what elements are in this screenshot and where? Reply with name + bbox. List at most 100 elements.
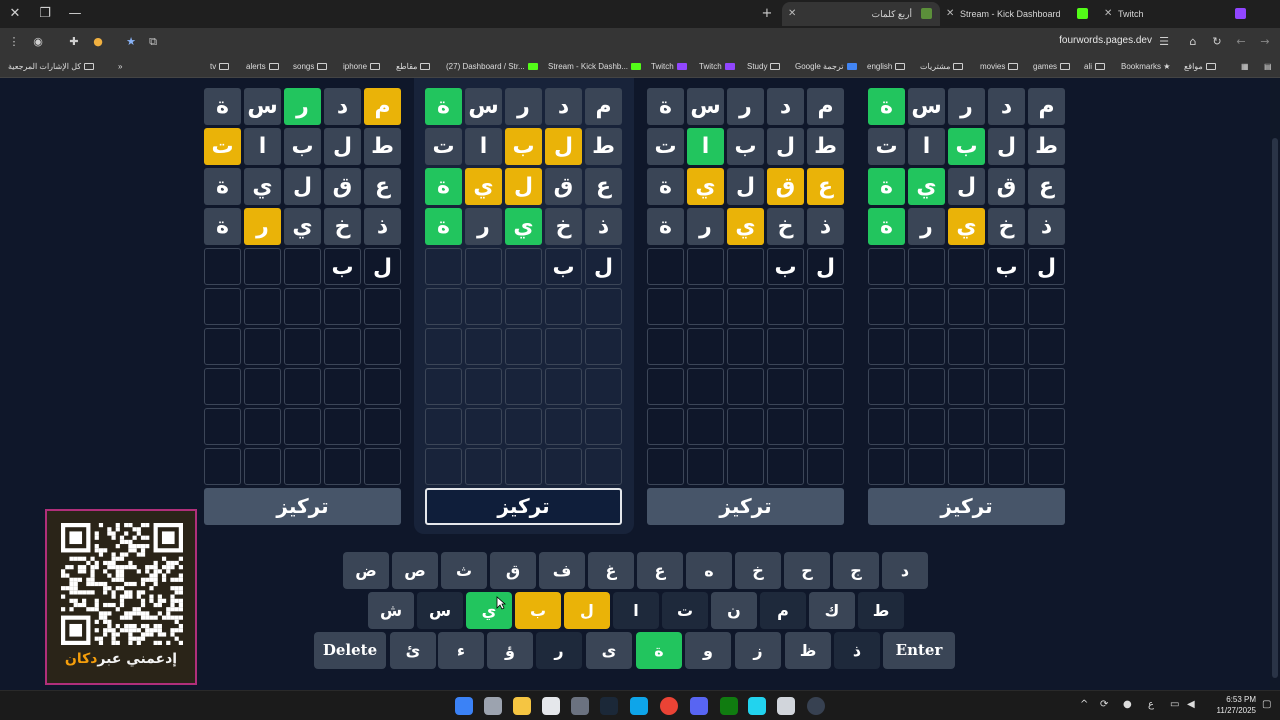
bookmark-overflow-icon[interactable]: » <box>118 60 122 74</box>
letter-key[interactable]: د <box>882 552 928 589</box>
scrollbar-thumb[interactable] <box>1272 138 1278 678</box>
bookmark-bookmarks[interactable]: Bookmarks ★ <box>1121 60 1170 74</box>
sync-icon[interactable]: ⟳ <box>1100 699 1108 710</box>
letter-key[interactable]: ن <box>711 592 757 629</box>
letter-key[interactable]: ر <box>536 632 582 669</box>
extension-badge-icon[interactable]: ● <box>90 34 106 50</box>
bookmark-study[interactable]: Study <box>747 60 781 74</box>
bookmark-purchases[interactable]: مشتريات <box>920 60 964 74</box>
tray-overflow-icon[interactable]: ^ <box>1080 699 1088 710</box>
tab-twitch[interactable]: ✕ Twitch <box>1098 2 1254 26</box>
bookmark-kick[interactable]: Stream - Kick Dashb... <box>548 60 642 74</box>
letter-key[interactable]: ا <box>613 592 659 629</box>
bookmark-google-translate[interactable]: Google ترجمة <box>795 60 857 74</box>
task-view-icon[interactable] <box>484 697 502 715</box>
bookmark-movies[interactable]: movies <box>980 60 1019 74</box>
tab-fourwords[interactable]: ✕ أربع كلمات <box>782 2 940 26</box>
scrollbar[interactable] <box>1270 78 1280 690</box>
app-icon[interactable] <box>571 697 589 715</box>
discord-icon[interactable] <box>690 697 708 715</box>
tab-kick-dashboard[interactable]: ✕ Stream - Kick Dashboard <box>940 2 1096 26</box>
letter-key[interactable]: خ <box>735 552 781 589</box>
letter-key[interactable]: ز <box>735 632 781 669</box>
chrome-icon[interactable] <box>660 697 678 715</box>
letter-key[interactable]: ؤ <box>487 632 533 669</box>
letter-key[interactable]: ص <box>392 552 438 589</box>
bookmark-sites[interactable]: مواقع <box>1184 60 1216 74</box>
site-settings-icon[interactable]: ☰ <box>1156 34 1172 50</box>
close-window-icon[interactable]: ✕ <box>4 4 26 24</box>
letter-key[interactable]: ئ <box>390 632 436 669</box>
qr-code[interactable] <box>61 523 183 645</box>
bookmark-clips[interactable]: مقاطع <box>396 60 431 74</box>
reload-icon[interactable]: ↻ <box>1209 34 1225 50</box>
letter-key[interactable]: ف <box>539 552 585 589</box>
notifications-icon[interactable]: ▢ <box>1262 699 1271 710</box>
tab-close-icon[interactable]: ✕ <box>788 2 796 26</box>
letter-key[interactable]: ى <box>586 632 632 669</box>
letter-key[interactable]: ظ <box>785 632 831 669</box>
letter-key[interactable]: ة <box>636 632 682 669</box>
bookmark-ali[interactable]: ali <box>1084 60 1106 74</box>
letter-key[interactable]: ذ <box>834 632 880 669</box>
minimize-window-icon[interactable]: — <box>64 4 86 24</box>
language-indicator[interactable]: ع <box>1148 699 1154 710</box>
delete-key[interactable]: Delete <box>314 632 386 669</box>
bookmark-tv[interactable]: tv <box>210 60 230 74</box>
bookmark-dashboard[interactable]: (27) Dashboard / Str... <box>446 60 538 74</box>
letter-key[interactable]: س <box>417 592 463 629</box>
bookmark-twitch-2[interactable]: Twitch <box>699 60 735 74</box>
bookmark-alerts[interactable]: alerts <box>246 60 279 74</box>
app-icon-3[interactable] <box>777 697 795 715</box>
network-icon[interactable]: ▭ <box>1170 699 1179 710</box>
new-tab-icon[interactable]: + <box>756 4 778 24</box>
letter-key[interactable]: ح <box>784 552 830 589</box>
letter-key[interactable]: ك <box>809 592 855 629</box>
letter-key[interactable]: و <box>685 632 731 669</box>
file-explorer-icon[interactable] <box>513 697 531 715</box>
bookmark-iphone[interactable]: iphone <box>343 60 381 74</box>
bookmark-all-bookmarks[interactable]: كل الإشارات المرجعية <box>8 60 95 74</box>
url-field[interactable]: fourwords.pages.dev <box>1000 35 1152 46</box>
focus-button[interactable]: تركيز <box>647 488 844 525</box>
obs-icon[interactable] <box>807 697 825 715</box>
bookmark-english[interactable]: english <box>867 60 906 74</box>
start-windows-icon[interactable] <box>455 697 473 715</box>
bookmark-games[interactable]: games <box>1033 60 1071 74</box>
steam-icon[interactable] <box>600 697 618 715</box>
tab-close-icon[interactable]: ✕ <box>946 2 954 26</box>
bookmark-songs[interactable]: songs <box>293 60 328 74</box>
letter-key[interactable]: ث <box>441 552 487 589</box>
menu-dots-icon[interactable]: ⋮ <box>6 34 22 50</box>
back-icon[interactable]: ← <box>1233 34 1249 50</box>
letter-key[interactable]: ل <box>564 592 610 629</box>
bookmark-star-icon[interactable]: ★ <box>123 34 139 50</box>
home-icon[interactable]: ⌂ <box>1185 34 1201 50</box>
apps-grid-icon[interactable]: ▦ <box>1241 60 1249 74</box>
letter-key[interactable]: غ <box>588 552 634 589</box>
clock[interactable]: 6:53 PM 11/27/2025 <box>1196 694 1256 716</box>
focus-button[interactable]: تركيز <box>204 488 401 525</box>
letter-key[interactable]: ه <box>686 552 732 589</box>
letter-key[interactable]: ض <box>343 552 389 589</box>
mic-icon[interactable]: ● <box>1123 699 1132 710</box>
letter-key[interactable]: ط <box>858 592 904 629</box>
enter-key[interactable]: Enter <box>883 632 955 669</box>
app-icon-2[interactable] <box>748 697 766 715</box>
volume-icon[interactable]: ◀ <box>1187 699 1195 710</box>
letter-key[interactable]: ب <box>515 592 561 629</box>
support-card[interactable]: إدعمني عبردكان <box>45 509 197 685</box>
letter-key[interactable]: ع <box>637 552 683 589</box>
letter-key[interactable]: ت <box>662 592 708 629</box>
letter-key[interactable]: ق <box>490 552 536 589</box>
tab-close-icon[interactable]: ✕ <box>1104 2 1112 26</box>
page-share-icon[interactable]: ⧉ <box>145 34 161 50</box>
extensions-icon[interactable]: ✚ <box>66 34 82 50</box>
letter-key[interactable]: ء <box>438 632 484 669</box>
restore-window-icon[interactable]: ❐ <box>34 4 56 24</box>
bookmark-twitch-1[interactable]: Twitch <box>651 60 687 74</box>
focus-button[interactable]: تركيز <box>425 488 622 525</box>
edge-icon[interactable] <box>630 697 648 715</box>
profile-icon[interactable]: ◉ <box>30 34 46 50</box>
letter-key[interactable]: م <box>760 592 806 629</box>
